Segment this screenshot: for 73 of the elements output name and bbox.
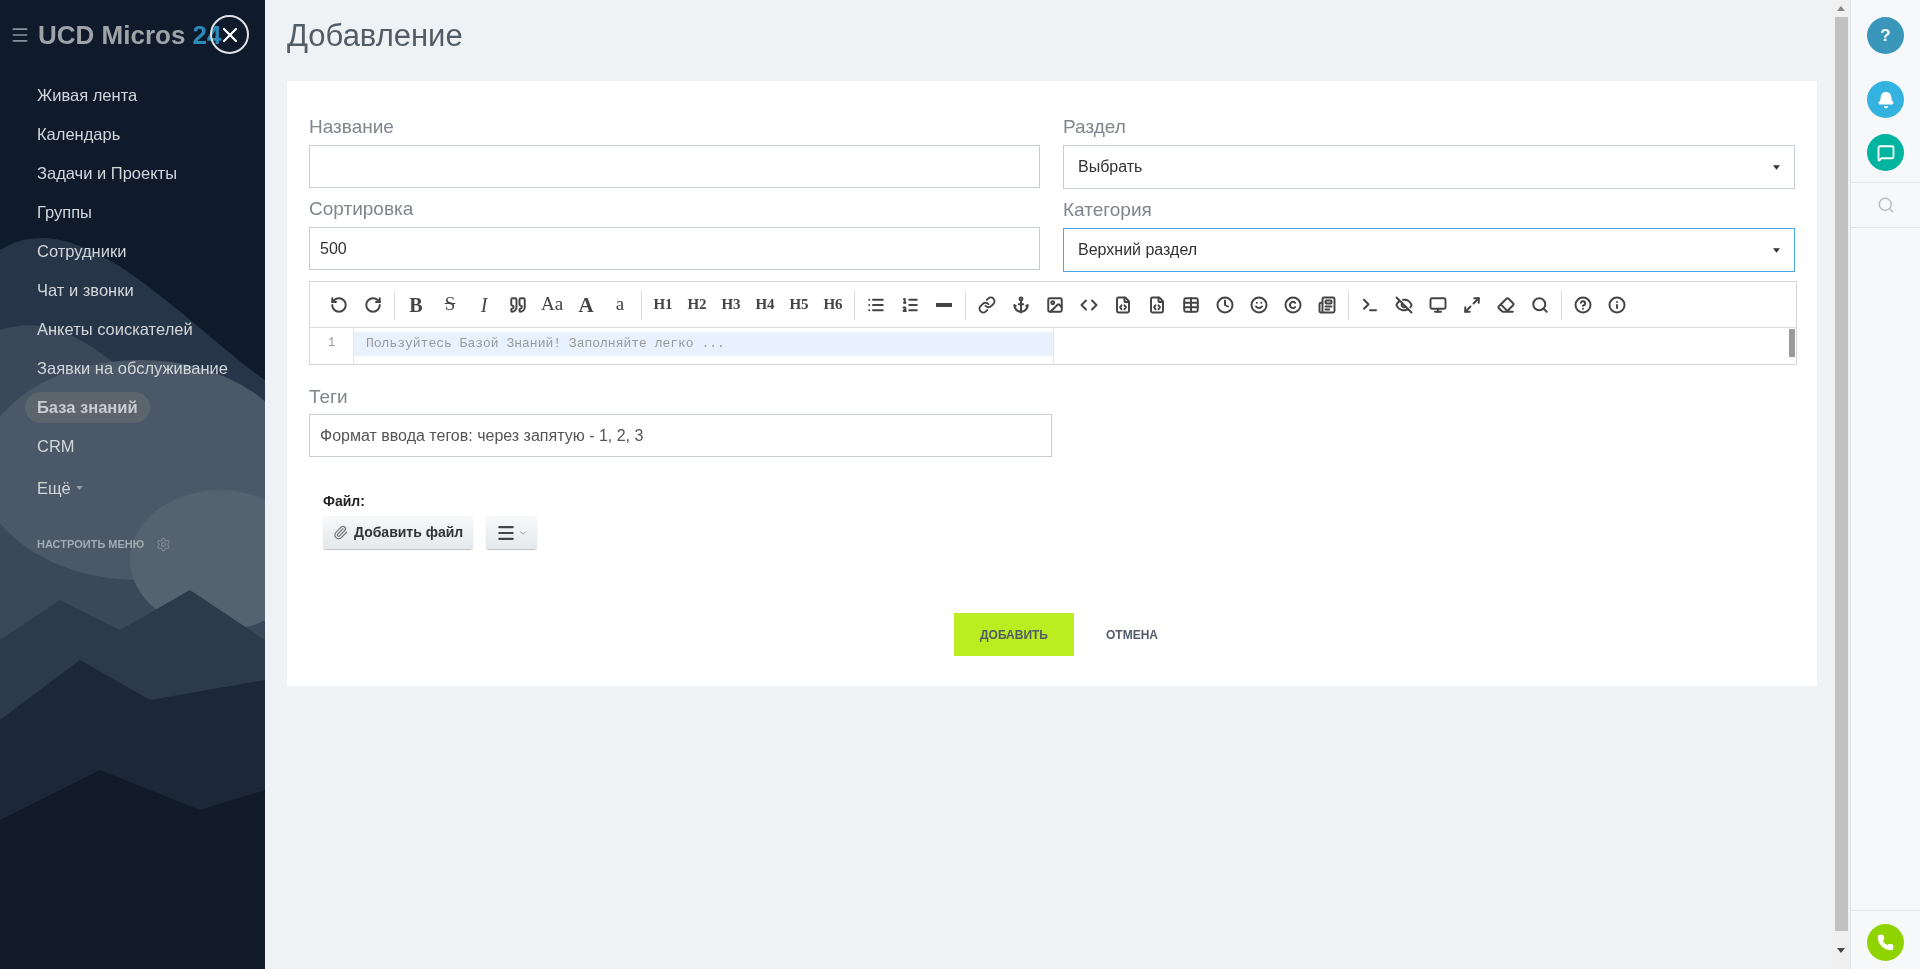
caret-icon [1773, 247, 1780, 253]
numbered-list-icon [901, 295, 919, 314]
format-button[interactable]: H5 [784, 289, 814, 320]
format-button[interactable]: B [401, 289, 431, 320]
sidebar-item[interactable]: Группы [25, 196, 104, 228]
file-label: Файл: [323, 492, 366, 511]
sidebar-item[interactable]: Анкеты соискателей [25, 313, 205, 345]
file-menu-button[interactable] [486, 516, 538, 549]
copyright-icon [1284, 295, 1302, 314]
format-button[interactable]: a [605, 289, 635, 320]
chat-icon [1876, 143, 1895, 162]
sidebar-item[interactable]: CRM [25, 430, 87, 462]
format-button[interactable]: H6 [818, 289, 848, 320]
sidebar-item[interactable]: Календарь [25, 118, 133, 150]
chat-button[interactable] [1867, 134, 1904, 171]
image-icon [1046, 295, 1064, 314]
page-title: Добавление [287, 17, 464, 56]
select-field[interactable]: Выбрать [1063, 145, 1795, 189]
format-button[interactable]: H2 [682, 289, 712, 320]
anchor-icon [1012, 295, 1030, 314]
phone-icon [1877, 934, 1894, 951]
sidebar-item[interactable]: Живая лента [25, 79, 150, 111]
info-icon [1608, 295, 1626, 314]
text-field[interactable] [309, 145, 1040, 188]
field-label: Раздел [1063, 115, 1126, 139]
more-menu[interactable]: Ещё [37, 475, 83, 501]
format-button[interactable]: S [435, 289, 465, 320]
scroll-up-icon [1837, 6, 1845, 11]
format-button[interactable]: H3 [716, 289, 746, 320]
text-field[interactable]: 500 [309, 227, 1040, 270]
paperclip-icon [333, 525, 348, 540]
sidebar-item[interactable]: Сотрудники [25, 235, 139, 267]
smiley-icon [1250, 295, 1268, 314]
cancel-button[interactable]: ОТМЕНА [1094, 613, 1170, 656]
field-label: Сортировка [309, 197, 414, 221]
help-icon [1574, 295, 1592, 314]
quote-icon [509, 295, 527, 314]
menu-icon[interactable] [10, 25, 30, 45]
code-file-icon [1148, 295, 1166, 314]
field-label: Теги [309, 385, 349, 409]
select-field[interactable]: Верхний раздел [1063, 228, 1795, 272]
tags-field[interactable]: Формат ввода тегов: через запятую - 1, 2, 3 [309, 414, 1052, 457]
scroll-down-icon [1837, 947, 1845, 953]
bell-icon [1876, 90, 1895, 109]
add-file-button[interactable]: Добавить файл [323, 516, 474, 549]
code-file-icon [1114, 295, 1132, 314]
redo-icon [364, 295, 382, 314]
format-button[interactable]: Aa [537, 289, 567, 320]
sidebar-item[interactable]: Задачи и Проекты [25, 157, 189, 189]
format-button[interactable]: I [469, 289, 499, 320]
scrollbar[interactable] [1789, 329, 1795, 357]
sidebar-item[interactable]: Чат и звонки [25, 274, 146, 306]
scrollbar-thumb[interactable] [1834, 17, 1848, 931]
link-icon [978, 295, 996, 314]
format-button[interactable]: H4 [750, 289, 780, 320]
sidebar-item[interactable]: База знаний [25, 391, 150, 423]
format-button[interactable]: A [571, 289, 601, 320]
search-icon [1531, 295, 1549, 314]
field-label: Название [309, 115, 394, 139]
newspaper-icon [1318, 295, 1336, 314]
expand-icon [1463, 295, 1481, 314]
monitor-icon [1429, 295, 1447, 314]
field-label: Категория [1063, 198, 1152, 222]
format-button[interactable]: H1 [648, 289, 678, 320]
caret-icon [75, 486, 83, 490]
clock-icon [1216, 295, 1234, 314]
eraser-icon [1497, 295, 1515, 314]
table-icon [1182, 295, 1200, 314]
caret-icon [1773, 164, 1780, 170]
undo-icon [330, 295, 348, 314]
sidebar-item[interactable]: Заявки на обслуживание [25, 352, 240, 384]
eye-slash-icon [1395, 295, 1413, 314]
add-button[interactable]: ДОБАВИТЬ [954, 613, 1074, 656]
